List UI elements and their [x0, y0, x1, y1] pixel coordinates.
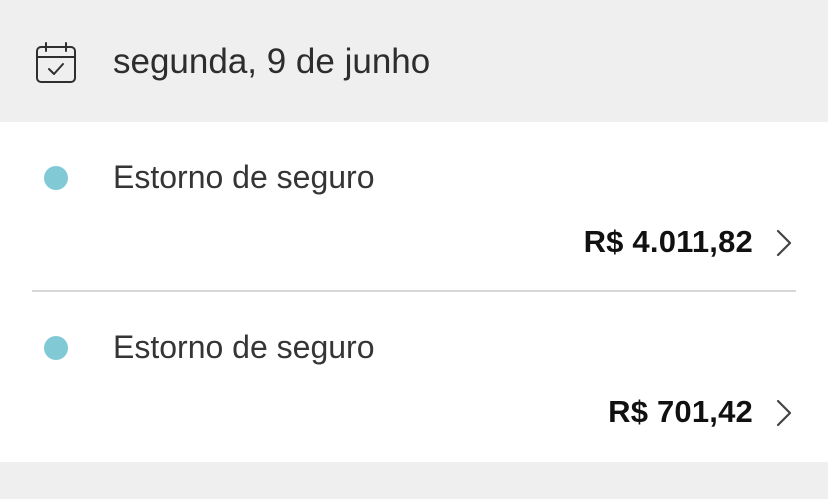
date-label: segunda, 9 de junho: [113, 42, 431, 81]
status-dot-icon: [44, 166, 68, 190]
chevron-right-icon[interactable]: [773, 398, 795, 428]
transaction-description: Estorno de seguro: [113, 329, 375, 365]
transaction-description: Estorno de seguro: [113, 159, 375, 195]
transaction-amount: R$ 4.011,82: [583, 224, 753, 259]
status-dot-icon: [44, 336, 68, 360]
date-header: segunda, 9 de junho: [0, 0, 828, 122]
transaction-row[interactable]: Estorno de seguro R$ 4.011,82: [0, 122, 828, 292]
transaction-list: Estorno de seguro R$ 4.011,82 Estorno de…: [0, 122, 828, 462]
calendar-check-icon: [36, 42, 76, 83]
chevron-right-icon[interactable]: [773, 228, 795, 258]
transaction-amount: R$ 701,42: [608, 394, 753, 429]
transaction-row[interactable]: Estorno de seguro R$ 701,42: [0, 292, 828, 462]
